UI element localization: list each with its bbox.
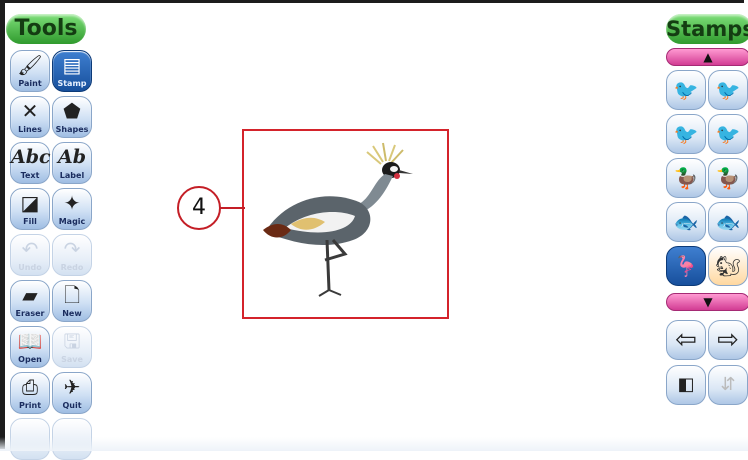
flip-stamp-button[interactable]: ◧ [666,365,706,405]
mirror-icon: ⇵ [720,374,736,395]
stamp-thumbnail[interactable]: 🦆 [666,158,706,198]
eraser-icon: ▰ [22,283,38,307]
stamps-header: Stamps [666,14,748,44]
undo-icon: ↶ [21,237,39,261]
tool-label: Text [20,171,40,180]
open-icon: 📖 [17,329,43,353]
print-icon: ⎙ [22,375,38,399]
stamp-thumbnail[interactable]: 🐦 [666,114,706,154]
duck-icon: 🦆 [673,166,699,190]
crane-icon: 🦩 [673,254,699,278]
bird-icon: 🐦 [715,78,741,102]
tools-header: Tools [6,14,86,44]
next-stamp-button[interactable]: ⇨ [708,320,748,360]
fish-icon: 🐟 [715,210,741,234]
quit-tool-button[interactable]: ✈ Quit [52,372,92,414]
text-icon: Abc [11,146,51,168]
tool-label: Open [18,355,42,364]
flip-icon: ◧ [677,374,695,395]
crest-icon [366,142,404,165]
save-tool-button[interactable]: 🖫 Save [52,326,92,368]
stamp-thumbnail[interactable]: 🦩 [666,246,706,286]
text-tool-button[interactable]: Abc Text [10,142,51,184]
bird-icon: 🐦 [673,122,699,146]
tool-label: Label [59,171,85,180]
eraser-tool-button[interactable]: ▰ Eraser [10,280,50,322]
new-icon: 🗋 [63,283,81,307]
duck-icon: 🦆 [715,166,741,190]
quit-icon: ✈ [63,375,81,399]
stamps-scroll-down-button[interactable]: ▼ [666,293,748,311]
bird-icon: 🐦 [673,78,699,102]
stamp-tool-button[interactable]: ▤ Stamp [52,50,92,92]
tool-label: Print [18,401,42,410]
lines-icon: ✕ [21,99,39,123]
stamp-icon: ▤ [62,53,82,77]
tool-label: Shapes [55,125,89,134]
tool-label: Stamp [57,79,87,88]
stamp-thumbnail[interactable]: 🦆 [708,158,748,198]
stamp-thumbnail[interactable]: 🐟 [666,202,706,242]
paint-tool-button[interactable]: 🖌 Paint [10,50,50,92]
mirror-stamp-button[interactable]: ⇵ [708,365,748,405]
color-bar-edge [0,437,748,451]
stamp-thumbnail[interactable]: 🐦 [708,70,748,110]
tool-label: Undo [18,263,42,272]
redo-tool-button[interactable]: ↷ Redo [52,234,92,276]
paint-icon: 🖌 [17,53,43,77]
fill-icon: ◪ [20,191,40,215]
tool-label: New [62,309,82,318]
tool-label: Paint [18,79,42,88]
label-tool-button[interactable]: Ab Label [52,142,92,184]
crowned-crane-stamp[interactable] [255,140,435,305]
prev-stamp-button[interactable]: ⇦ [666,320,706,360]
tool-label: Magic [58,217,86,226]
arrow-down-icon: ▼ [703,295,713,309]
tool-label: Redo [60,263,84,272]
label-icon: Ab [57,146,87,168]
fill-tool-button[interactable]: ◪ Fill [10,188,50,230]
tool-label: Lines [18,125,42,134]
open-tool-button[interactable]: 📖 Open [10,326,50,368]
stamp-thumbnail[interactable]: 🐦 [708,114,748,154]
stamp-thumbnail[interactable]: 🐦 [666,70,706,110]
callout-pointer [219,207,245,209]
redo-icon: ↷ [63,237,81,261]
undo-tool-button[interactable]: ↶ Undo [10,234,50,276]
tool-label: Fill [23,217,37,226]
stamp-thumbnail[interactable]: 🐿 [708,246,748,286]
shapes-tool-button[interactable]: ⬟ Shapes [52,96,92,138]
fish-icon: 🐟 [673,210,699,234]
save-icon: 🖫 [63,329,81,353]
arrow-left-icon: ⇦ [675,325,697,355]
magic-tool-button[interactable]: ✦ Magic [52,188,92,230]
shapes-icon: ⬟ [63,99,81,123]
print-tool-button[interactable]: ⎙ Print [10,372,50,414]
stamp-thumbnail[interactable]: 🐟 [708,202,748,242]
tool-label: Eraser [15,309,45,318]
lines-tool-button[interactable]: ✕ Lines [10,96,50,138]
bird-icon: 🐦 [715,122,741,146]
tool-label: Save [61,355,83,364]
new-tool-button[interactable]: 🗋 New [52,280,92,322]
arrow-right-icon: ⇨ [717,325,739,355]
stamps-scroll-up-button[interactable]: ▲ [666,48,748,66]
callout-number: 4 [177,186,221,230]
magic-icon: ✦ [63,191,81,215]
squirrel-icon: 🐿 [715,254,741,278]
tool-label: Quit [62,401,82,410]
arrow-up-icon: ▲ [703,50,713,64]
